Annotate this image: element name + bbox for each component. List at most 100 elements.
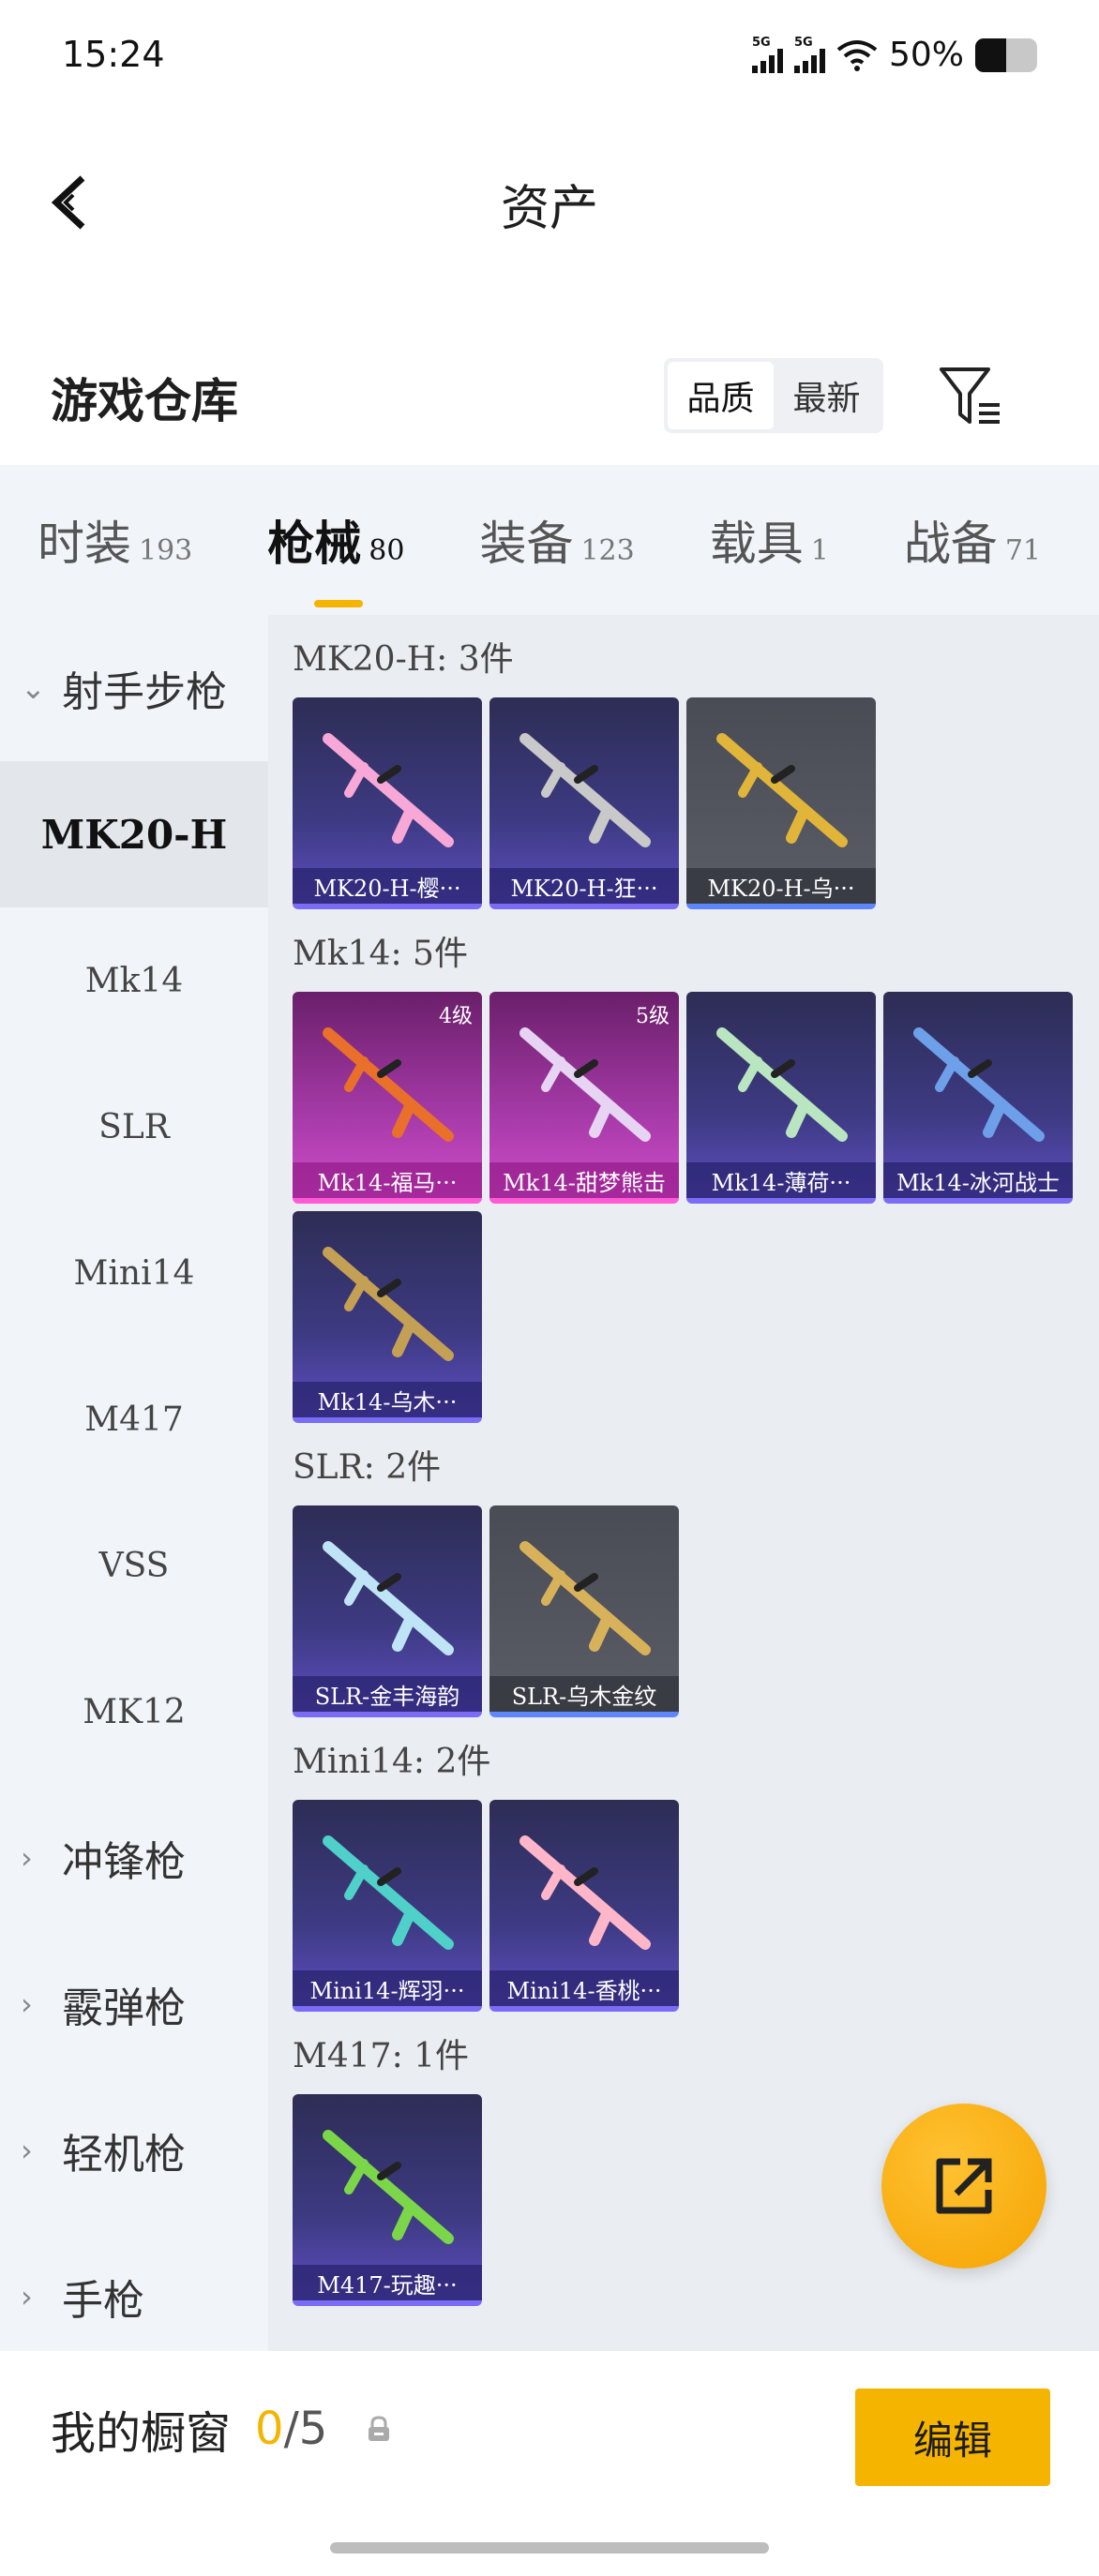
battery-icon bbox=[975, 37, 1037, 72]
chevron-down-icon: ⌄ bbox=[21, 670, 46, 706]
lock-icon bbox=[369, 2416, 390, 2441]
item-grid: MK20-H-樱··· MK20-H-狂··· MK20-H-乌··· bbox=[293, 697, 1099, 909]
weapon-card-name: Mk14-冰河战士 bbox=[883, 1162, 1073, 1198]
weapon-sidebar: ⌄ 射手步枪 MK20-H Mk14 SLR Mini14 M417 VSS M… bbox=[0, 615, 268, 2351]
weapon-card-name: Mk14-福马··· bbox=[293, 1162, 482, 1198]
page-title: 资产 bbox=[500, 181, 598, 237]
status-bar: 15:24 5G 5G 50% bbox=[0, 0, 1099, 112]
weapon-card[interactable]: Mini14-香桃··· bbox=[489, 1800, 679, 2012]
top-header: 资产 bbox=[0, 141, 1099, 262]
sidebar-item-mini14[interactable]: Mini14 bbox=[0, 1200, 268, 1346]
level-badge: 4级 bbox=[439, 1005, 473, 1028]
sort-quality[interactable]: 品质 bbox=[668, 362, 774, 429]
rifle-icon bbox=[323, 2130, 454, 2244]
tab-firearms[interactable]: 枪械 80 bbox=[267, 506, 404, 607]
status-time: 15:24 bbox=[62, 34, 165, 75]
section-title: Mk14: 5件 bbox=[293, 935, 468, 973]
showcase-label: 我的橱窗 bbox=[51, 2407, 232, 2460]
item-grid: Mini14-辉羽··· Mini14-香桃··· bbox=[293, 1800, 1099, 2012]
sidebar-group-pistol[interactable]: › 手枪 bbox=[0, 2224, 268, 2370]
showcase-bar: 我的橱窗 0 /5 编辑 bbox=[0, 2351, 1099, 2576]
item-grid: 4级 Mk14-福马··· 5级 Mk14-甜梦熊击 Mk14-薄荷··· Mk14-冰河… bbox=[293, 992, 1099, 1423]
category-tabs: 时装 193 枪械 80 装备 123 载具 1 战备 71 bbox=[0, 465, 1099, 615]
weapon-card-name: MK20-H-狂··· bbox=[489, 868, 679, 904]
section-title: Mini14: 2件 bbox=[293, 1743, 491, 1781]
battery-percent: 50% bbox=[888, 36, 964, 74]
tab-vehicles[interactable]: 载具 1 bbox=[710, 506, 829, 574]
signal-icon: 5G bbox=[751, 37, 783, 73]
warehouse-title: 游戏仓库 bbox=[51, 373, 238, 428]
weapon-card-name: Mk14-乌木··· bbox=[293, 1382, 482, 1417]
weapon-list[interactable]: MK20-H: 3件 MK20-H-樱··· MK20-H-狂··· MK20-H-乌… bbox=[268, 615, 1099, 2351]
showcase-info: 我的橱窗 0 /5 bbox=[51, 2396, 393, 2462]
sidebar-item-mk20h[interactable]: MK20-H bbox=[0, 761, 268, 907]
tab-combat-gear[interactable]: 战备 71 bbox=[904, 506, 1041, 574]
weapon-card-name: SLR-乌木金纹 bbox=[489, 1676, 679, 1712]
weapon-card-name: SLR-金丰海韵 bbox=[293, 1676, 482, 1712]
tab-fashion[interactable]: 时装 193 bbox=[38, 506, 192, 574]
chevron-right-icon: › bbox=[21, 2133, 33, 2168]
rifle-icon bbox=[716, 1027, 848, 1142]
sidebar-group-smg[interactable]: › 冲锋枪 bbox=[0, 1785, 268, 1931]
sidebar-item-mk14[interactable]: Mk14 bbox=[0, 907, 268, 1054]
edit-button[interactable]: 编辑 bbox=[855, 2389, 1050, 2486]
weapon-card[interactable]: Mini14-辉羽··· bbox=[293, 1800, 482, 2012]
weapon-card[interactable]: MK20-H-狂··· bbox=[489, 697, 679, 909]
sidebar-item-m417[interactable]: M417 bbox=[0, 1346, 268, 1492]
weapon-card[interactable]: MK20-H-乌··· bbox=[686, 697, 876, 909]
rifle-icon bbox=[323, 733, 454, 847]
weapon-card-name: Mk14-甜梦熊击 bbox=[489, 1162, 679, 1198]
weapon-card[interactable]: Mk14-乌木··· bbox=[293, 1211, 482, 1423]
rifle-icon bbox=[519, 733, 651, 847]
rifle-icon bbox=[519, 1027, 651, 1142]
weapon-card[interactable]: SLR-金丰海韵 bbox=[293, 1505, 482, 1717]
item-grid: SLR-金丰海韵 SLR-乌木金纹 bbox=[293, 1505, 1099, 1717]
sort-toggle: 品质 最新 bbox=[664, 358, 883, 433]
weapon-card-name: MK20-H-乌··· bbox=[686, 868, 876, 904]
sidebar-group-dmr[interactable]: ⌄ 射手步枪 bbox=[0, 615, 268, 761]
wifi-icon bbox=[836, 39, 878, 71]
weapon-card[interactable]: 4级 Mk14-福马··· bbox=[293, 992, 482, 1204]
rifle-icon bbox=[323, 1835, 454, 1950]
section-title: SLR: 2件 bbox=[293, 1448, 442, 1487]
weapon-card[interactable]: Mk14-薄荷··· bbox=[686, 992, 876, 1204]
rifle-icon bbox=[519, 1541, 651, 1655]
tab-equipment[interactable]: 装备 123 bbox=[479, 506, 634, 574]
weapon-card[interactable]: Mk14-冰河战士 bbox=[883, 992, 1073, 1204]
signal-icon-2: 5G bbox=[793, 37, 825, 73]
level-badge: 5级 bbox=[636, 1005, 670, 1028]
share-button[interactable] bbox=[881, 2104, 1046, 2269]
weapon-card-name: Mk14-薄荷··· bbox=[686, 1162, 876, 1198]
weapon-card[interactable]: SLR-乌木金纹 bbox=[489, 1505, 679, 1717]
status-right: 5G 5G 50% bbox=[751, 36, 1037, 74]
weapon-card-name: Mini14-辉羽··· bbox=[293, 1970, 482, 2006]
chevron-right-icon: › bbox=[21, 1840, 33, 1876]
rifle-icon bbox=[323, 1027, 454, 1142]
rifle-icon bbox=[519, 1835, 651, 1950]
showcase-total: /5 bbox=[283, 2403, 328, 2455]
weapon-card[interactable]: 5级 Mk14-甜梦熊击 bbox=[489, 992, 679, 1204]
showcase-current: 0 bbox=[255, 2403, 284, 2455]
chevron-right-icon: › bbox=[21, 2279, 33, 2314]
weapon-card-name: MK20-H-樱··· bbox=[293, 868, 482, 904]
rifle-icon bbox=[913, 1027, 1045, 1142]
rifle-icon bbox=[323, 1541, 454, 1655]
home-indicator[interactable] bbox=[330, 2542, 769, 2554]
weapon-card[interactable]: MK20-H-樱··· bbox=[293, 697, 482, 909]
sort-latest[interactable]: 最新 bbox=[774, 362, 880, 429]
share-icon bbox=[936, 2158, 992, 2214]
section-title: MK20-H: 3件 bbox=[293, 640, 514, 679]
weapon-card-name: M417-玩趣··· bbox=[293, 2265, 482, 2300]
sidebar-group-shotgun[interactable]: › 霰弹枪 bbox=[0, 1931, 268, 2077]
rifle-icon bbox=[716, 733, 848, 847]
sidebar-group-lmg[interactable]: › 轻机枪 bbox=[0, 2077, 268, 2224]
sidebar-item-mk12[interactable]: MK12 bbox=[0, 1639, 268, 1785]
sidebar-item-vss[interactable]: VSS bbox=[0, 1492, 268, 1639]
section-title: M417: 1件 bbox=[293, 2037, 470, 2075]
weapon-card-name: Mini14-香桃··· bbox=[489, 1970, 679, 2006]
chevron-right-icon: › bbox=[21, 1986, 33, 2022]
warehouse-header: 游戏仓库 品质 最新 bbox=[0, 347, 1099, 459]
weapon-card[interactable]: M417-玩趣··· bbox=[293, 2094, 482, 2306]
sidebar-item-slr[interactable]: SLR bbox=[0, 1054, 268, 1200]
filter-icon[interactable] bbox=[938, 364, 1003, 429]
